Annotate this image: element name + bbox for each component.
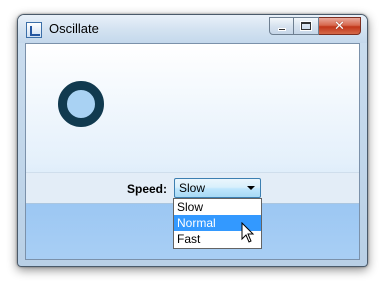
close-button[interactable]: ✕ <box>319 17 361 35</box>
chevron-down-icon <box>247 186 255 190</box>
minimize-icon <box>277 27 286 31</box>
window-controls: ✕ <box>269 17 361 35</box>
speed-combobox[interactable]: Slow <box>174 178 261 198</box>
maximize-icon <box>301 22 311 30</box>
speed-option-slow[interactable]: Slow <box>174 199 261 215</box>
mouse-cursor-icon <box>241 222 255 243</box>
maximize-button[interactable] <box>294 17 319 35</box>
window-title: Oscillate <box>49 21 99 36</box>
title-bar[interactable]: Oscillate ✕ <box>18 15 367 43</box>
speed-label: Speed: <box>127 182 168 196</box>
minimize-button[interactable] <box>269 17 294 35</box>
close-icon: ✕ <box>334 18 345 34</box>
speed-selected-value: Slow <box>179 181 206 195</box>
window-app-icon[interactable] <box>26 22 42 38</box>
oscillating-ring <box>58 81 104 127</box>
